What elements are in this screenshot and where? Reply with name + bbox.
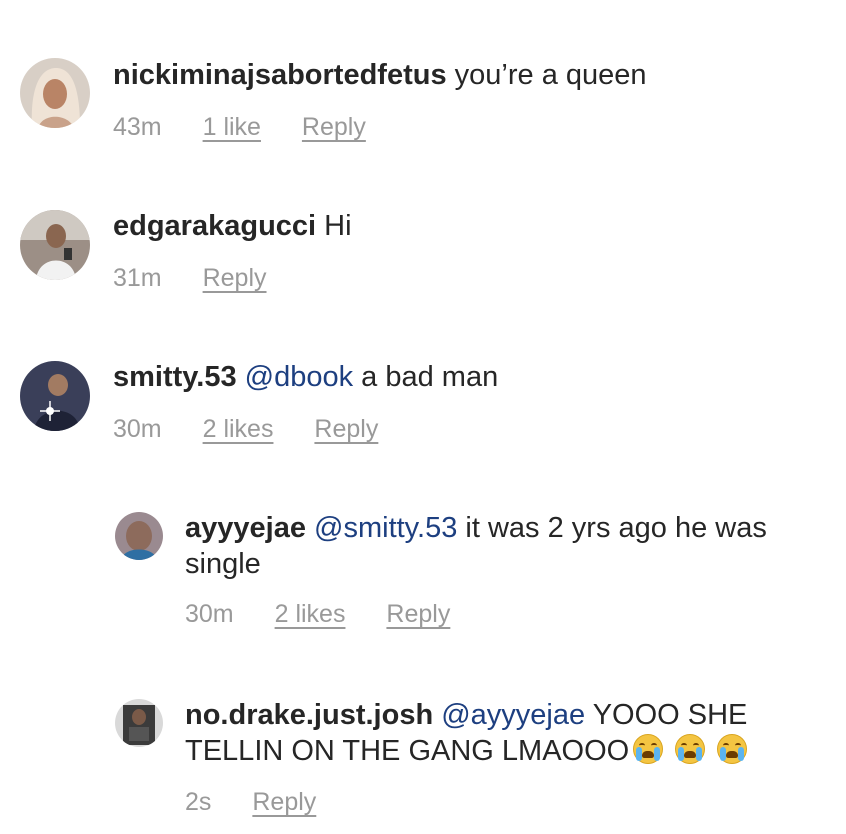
comment-time: 2s [185,788,212,816]
avatar[interactable] [115,512,163,560]
likes-link[interactable]: 2 likes [203,415,274,444]
comment-time: 30m [185,600,234,628]
avatar[interactable] [20,361,90,431]
likes-link[interactable]: 1 like [203,113,261,142]
reply-button[interactable]: Reply [314,415,378,444]
comment-message: you’re a queen [454,59,647,91]
comment-message: a bad man [361,361,499,393]
comment-meta: 30m 2 likes Reply [113,415,412,444]
reply-button[interactable]: Reply [386,600,450,629]
comment-username[interactable]: no.drake.just.josh [185,699,433,731]
comment-time: 30m [113,415,162,443]
profile-photo-icon [115,699,163,747]
comment-message: Hi [324,210,352,242]
mention-link[interactable]: @ayyyejae [441,699,585,731]
avatar[interactable] [20,210,90,280]
loudly-crying-face-icon [717,734,748,764]
comment-time: 31m [113,264,162,292]
comment-username[interactable]: edgarakagucci [113,210,316,242]
profile-photo-icon [115,512,163,560]
comment-username[interactable]: nickiminajsabortedfetus [113,59,447,91]
comment-text: edgarakagucci Hi [113,208,813,244]
comment-meta: 31m Reply [113,264,301,293]
profile-photo-icon [20,58,90,128]
comment-username[interactable]: ayyyejae [185,512,306,544]
loudly-crying-face-icon [675,734,706,764]
reply-button[interactable]: Reply [252,788,316,817]
reply-button[interactable]: Reply [203,264,267,293]
comment-meta: 30m 2 likes Reply [185,600,484,629]
comment-username[interactable]: smitty.53 [113,361,237,393]
avatar[interactable] [20,58,90,128]
loudly-crying-face-icon [633,734,664,764]
profile-photo-icon [20,210,90,280]
comment-meta: 2s Reply [185,788,350,817]
likes-link[interactable]: 2 likes [275,600,346,629]
mention-link[interactable]: @smitty.53 [314,512,457,544]
comment-text: ayyyejae @smitty.53 it was 2 yrs ago he … [185,510,805,582]
comment-text: smitty.53 @dbook a bad man [113,359,813,395]
comment-meta: 43m 1 like Reply [113,113,400,142]
reply-button[interactable]: Reply [302,113,366,142]
avatar[interactable] [115,699,163,747]
profile-photo-icon [20,361,90,431]
comment-time: 43m [113,113,162,141]
mention-link[interactable]: @dbook [245,361,353,393]
comment-text: nickiminajsabortedfetus you’re a queen [113,57,813,93]
comment-text: no.drake.just.josh @ayyyejae YOOO SHE TE… [185,697,805,769]
